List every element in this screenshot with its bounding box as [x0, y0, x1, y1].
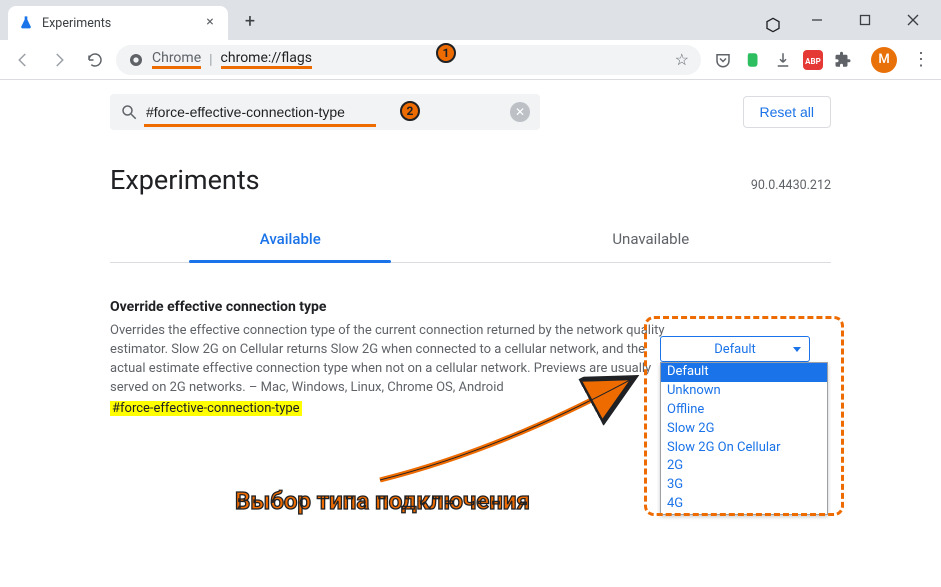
window-controls — [795, 0, 941, 40]
forward-button[interactable] — [44, 45, 74, 75]
clear-search-icon[interactable]: ✕ — [510, 102, 530, 122]
flask-icon — [18, 15, 34, 31]
close-window-button[interactable] — [891, 5, 935, 35]
back-button[interactable] — [8, 45, 38, 75]
flags-search-box[interactable]: ✕ 2 — [110, 94, 540, 130]
evernote-icon[interactable] — [743, 50, 763, 70]
search-input[interactable] — [146, 104, 502, 120]
bookmark-star-icon[interactable]: ☆ — [675, 50, 689, 69]
window-titlebar: Experiments × + — [0, 0, 941, 40]
browser-tabs: Experiments × + — [0, 0, 751, 40]
reset-all-button[interactable]: Reset all — [743, 96, 831, 128]
browser-toolbar: Chrome | chrome://flags 1 ☆ ABP M ⋮ — [0, 40, 941, 80]
flags-tabs: Available Unavailable — [110, 216, 831, 263]
flag-title: Override effective connection type — [110, 299, 831, 315]
new-tab-button[interactable]: + — [236, 9, 264, 37]
app-menu-indicator — [751, 10, 795, 40]
svg-text:ABP: ABP — [805, 57, 821, 66]
annotation-label: Выбор типа подключения — [235, 487, 530, 515]
flags-topbar: ✕ 2 Reset all — [0, 94, 941, 130]
extensions-puzzle-icon[interactable] — [833, 50, 853, 70]
hexagon-icon — [765, 17, 781, 33]
annotation-badge-2: 2 — [400, 101, 420, 121]
tab-unavailable[interactable]: Unavailable — [471, 216, 832, 262]
search-icon — [120, 103, 138, 121]
annotation-select-frame — [644, 316, 844, 516]
pocket-icon[interactable] — [713, 50, 733, 70]
tab-title: Experiments — [42, 16, 194, 31]
annotation-underline-2 — [144, 124, 376, 127]
annotation-badge-1: 1 — [436, 43, 456, 63]
chrome-version: 90.0.4430.212 — [751, 178, 831, 193]
avatar-initial: M — [878, 52, 889, 67]
browser-tab-experiments[interactable]: Experiments × — [8, 6, 228, 40]
url-path: chrome://flags — [221, 50, 312, 69]
page-header: Experiments 90.0.4430.212 — [0, 130, 941, 196]
maximize-button[interactable] — [843, 5, 887, 35]
chrome-menu-button[interactable]: ⋮ — [909, 45, 933, 75]
profile-avatar[interactable]: M — [871, 47, 897, 73]
minimize-button[interactable] — [795, 5, 839, 35]
site-info-icon[interactable] — [128, 52, 144, 68]
reload-button[interactable] — [80, 45, 110, 75]
page-title: Experiments — [110, 164, 260, 196]
extension-icons: ABP — [707, 50, 859, 70]
flag-anchor[interactable]: #force-effective-connection-type — [110, 401, 302, 416]
adblock-plus-icon[interactable]: ABP — [803, 50, 823, 70]
url-divider: | — [209, 52, 212, 68]
close-icon[interactable]: × — [202, 15, 218, 31]
download-icon[interactable] — [773, 50, 793, 70]
address-bar[interactable]: Chrome | chrome://flags 1 ☆ — [116, 45, 701, 75]
url-host: Chrome — [152, 50, 201, 69]
tab-available[interactable]: Available — [110, 216, 471, 262]
flag-description: Overrides the effective connection type … — [110, 322, 670, 397]
